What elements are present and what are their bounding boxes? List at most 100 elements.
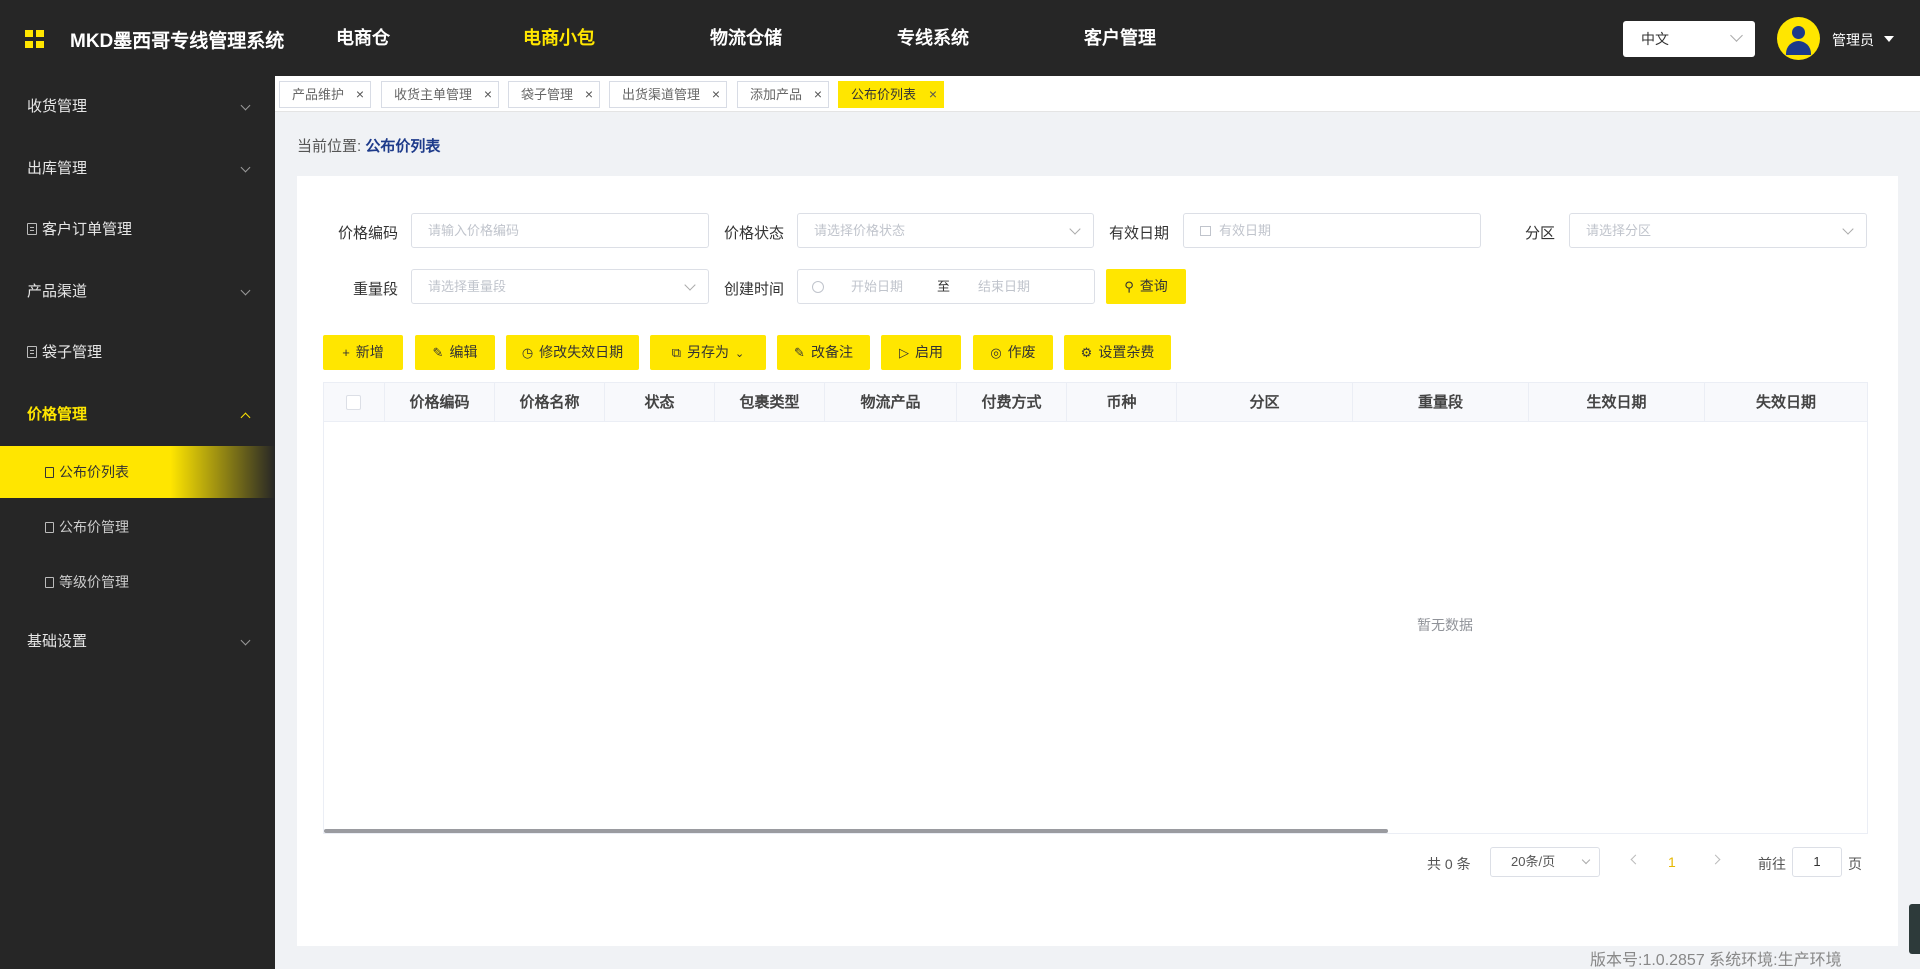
tab-published-price-list[interactable]: 公布价列表 × xyxy=(838,81,944,108)
goto-suffix: 页 xyxy=(1848,856,1862,872)
tab-outbound-channel[interactable]: 出货渠道管理 × xyxy=(609,81,727,108)
column-header-price-code[interactable]: 价格编码 xyxy=(385,383,495,422)
tab-label: 收货主单管理 xyxy=(394,87,473,102)
change-remark-button[interactable]: ✎ 改备注 xyxy=(777,335,870,370)
goto-page-input[interactable]: 1 xyxy=(1792,847,1842,877)
chevron-down-icon xyxy=(240,100,251,111)
page-number-current[interactable]: 1 xyxy=(1668,854,1676,870)
sidebar-item-customer-orders[interactable]: 客户订单管理 xyxy=(0,205,275,255)
column-header-logistics-product[interactable]: 物流产品 xyxy=(825,383,957,422)
add-button-label: 新增 xyxy=(355,344,384,360)
table-header: 价格编码 价格名称 状态 包裹类型 物流产品 付费方式 币种 分区 重量段 生效… xyxy=(324,383,1867,422)
zone-select[interactable]: 请选择分区 xyxy=(1569,213,1867,248)
close-icon[interactable]: × xyxy=(585,82,593,107)
add-button[interactable]: + 新增 xyxy=(323,335,403,370)
tab-product-maintenance[interactable]: 产品维护 × xyxy=(279,81,371,108)
play-circle-icon: ▷ xyxy=(899,345,909,360)
document-icon xyxy=(27,346,37,358)
close-icon[interactable]: × xyxy=(484,82,492,107)
price-status-select[interactable]: 请选择价格状态 xyxy=(797,213,1094,248)
chevron-down-icon xyxy=(1581,855,1591,865)
tab-add-product[interactable]: 添加产品 × xyxy=(737,81,829,108)
sidebar-subitem-label: 公布价列表 xyxy=(59,464,129,480)
sidebar-item-bag-management[interactable]: 袋子管理 xyxy=(0,328,275,378)
save-as-dropdown-button[interactable]: ⧉ 另存为 ⌄ xyxy=(650,335,766,370)
side-handle[interactable] xyxy=(1909,904,1920,954)
nav-item-customer-management[interactable]: 客户管理 xyxy=(1028,0,1215,76)
column-header-package-type[interactable]: 包裹类型 xyxy=(715,383,825,422)
query-button-label: 查询 xyxy=(1139,278,1168,294)
calendar-icon xyxy=(1200,226,1211,236)
effective-date-picker[interactable]: 有效日期 xyxy=(1183,213,1481,248)
tab-bag-management[interactable]: 袋子管理 × xyxy=(508,81,600,108)
app-grid-icon[interactable] xyxy=(25,30,45,48)
modify-expiry-date-button[interactable]: ◷ 修改失效日期 xyxy=(506,335,639,370)
sidebar-item-outbound[interactable]: 出库管理 xyxy=(0,144,275,194)
avatar[interactable] xyxy=(1777,17,1820,60)
set-surcharge-button[interactable]: ⚙ 设置杂费 xyxy=(1064,335,1171,370)
enable-button[interactable]: ▷ 启用 xyxy=(881,335,961,370)
created-time-label: 创建时间 xyxy=(723,281,784,298)
column-header-zone[interactable]: 分区 xyxy=(1177,383,1353,422)
sidebar-item-label: 出库管理 xyxy=(27,160,88,177)
save-as-button-label: 另存为 xyxy=(687,344,730,360)
top-nav: 电商仓 电商小包 物流仓储 专线系统 客户管理 xyxy=(280,0,1215,76)
nav-item-ecommerce-warehouse[interactable]: 电商仓 xyxy=(280,0,467,76)
price-code-label: 价格编码 xyxy=(337,225,398,242)
nav-item-logistics-storage[interactable]: 物流仓储 xyxy=(654,0,841,76)
sidebar-subitem-published-price-management[interactable]: 公布价管理 xyxy=(0,501,275,553)
set-surcharge-button-label: 设置杂费 xyxy=(1098,344,1155,360)
plus-icon: + xyxy=(342,345,350,360)
price-status-label: 价格状态 xyxy=(723,225,784,242)
nav-item-ecommerce-parcel[interactable]: 电商小包 xyxy=(467,0,654,76)
created-time-range-picker[interactable]: 开始日期 至 结束日期 xyxy=(797,269,1095,304)
chevron-down-icon xyxy=(684,279,696,291)
search-icon: ⚲ xyxy=(1124,279,1134,294)
chevron-down-icon xyxy=(1842,223,1854,235)
sidebar-subitem-published-price-list[interactable]: 公布价列表 xyxy=(0,446,275,498)
price-code-input[interactable]: 请输入价格编码 xyxy=(411,213,709,248)
column-header-status[interactable]: 状态 xyxy=(605,383,715,422)
language-select[interactable]: 中文 xyxy=(1623,21,1755,57)
user-name[interactable]: 管理员 xyxy=(1832,30,1874,50)
close-icon[interactable]: × xyxy=(712,82,720,107)
price-table: 价格编码 价格名称 状态 包裹类型 物流产品 付费方式 币种 分区 重量段 生效… xyxy=(323,382,1868,834)
query-button[interactable]: ⚲ 查询 xyxy=(1106,269,1186,304)
close-icon[interactable]: × xyxy=(929,82,937,107)
nav-item-dedicated-line[interactable]: 专线系统 xyxy=(841,0,1028,76)
void-button[interactable]: ◎ 作废 xyxy=(973,335,1053,370)
edit-button-label: 编辑 xyxy=(449,344,478,360)
weight-range-select[interactable]: 请选择重量段 xyxy=(411,269,709,304)
sidebar-item-label: 收货管理 xyxy=(27,98,88,115)
end-date-input[interactable]: 结束日期 xyxy=(978,270,1030,303)
column-header-weight-range[interactable]: 重量段 xyxy=(1353,383,1529,422)
breadcrumb: 当前位置: 公布价列表 xyxy=(297,135,440,156)
column-header-effective-date[interactable]: 生效日期 xyxy=(1529,383,1705,422)
sidebar-item-price-management[interactable]: 价格管理 xyxy=(0,390,275,440)
sidebar-item-basic-settings[interactable]: 基础设置 xyxy=(0,617,275,667)
select-all-checkbox[interactable] xyxy=(346,395,361,410)
sidebar-subitem-level-price-management[interactable]: 等级价管理 xyxy=(0,556,275,608)
close-icon[interactable]: × xyxy=(356,82,364,107)
goto-label: 前往 xyxy=(1758,856,1786,872)
zone-placeholder: 请选择分区 xyxy=(1586,223,1652,238)
column-header-expiry-date[interactable]: 失效日期 xyxy=(1705,383,1867,422)
caret-down-icon[interactable] xyxy=(1884,36,1894,42)
edit-button[interactable]: ✎ 编辑 xyxy=(415,335,495,370)
close-icon[interactable]: × xyxy=(814,82,822,107)
column-header-currency[interactable]: 币种 xyxy=(1067,383,1177,422)
horizontal-scrollbar[interactable] xyxy=(324,829,1388,833)
column-header-payment-method[interactable]: 付费方式 xyxy=(957,383,1067,422)
start-date-input[interactable]: 开始日期 xyxy=(851,270,903,303)
enable-button-label: 启用 xyxy=(915,344,943,360)
sidebar-item-receiving[interactable]: 收货管理 xyxy=(0,82,275,132)
copy-icon: ⧉ xyxy=(671,345,682,360)
edit-icon: ✎ xyxy=(432,345,444,360)
tab-receiving-master[interactable]: 收货主单管理 × xyxy=(381,81,499,108)
clock-icon: ◷ xyxy=(521,345,534,360)
column-header-price-name[interactable]: 价格名称 xyxy=(495,383,605,422)
sidebar-item-product-channel[interactable]: 产品渠道 xyxy=(0,267,275,317)
page-size-select[interactable]: 20条/页 xyxy=(1490,847,1600,877)
sidebar: 收货管理 出库管理 客户订单管理 产品渠道 袋子管理 价格管理 公布价列表 公布… xyxy=(0,76,275,969)
modify-expiry-button-label: 修改失效日期 xyxy=(539,344,624,360)
